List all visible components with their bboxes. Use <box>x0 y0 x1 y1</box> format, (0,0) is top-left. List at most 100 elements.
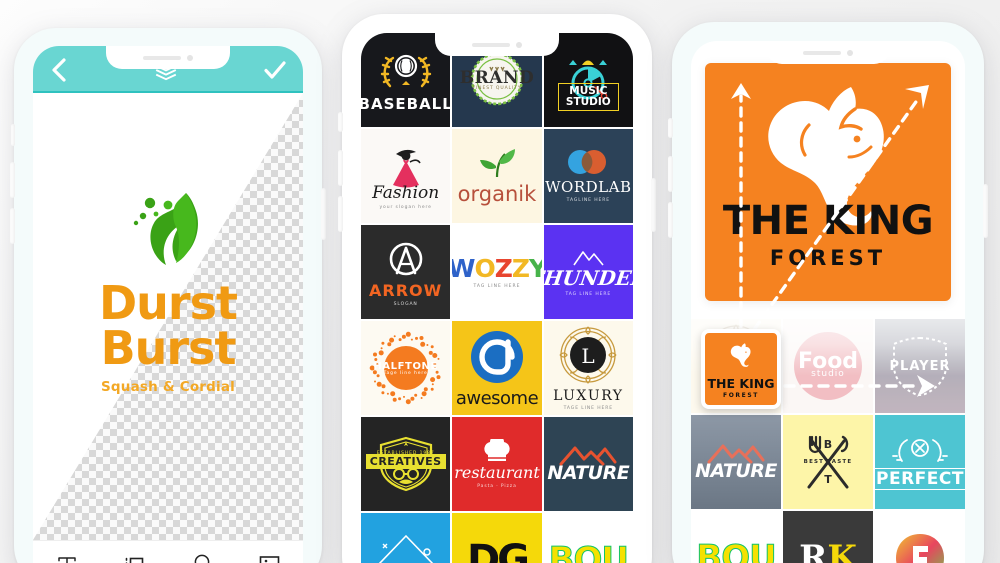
badge-icon[interactable] <box>191 553 213 563</box>
template-name: Fashion <box>372 182 440 203</box>
template-grid[interactable]: BASEBALL BRAND FINEST QUALITY MUSIC STUDIO… <box>361 33 633 563</box>
chevron-left-icon[interactable] <box>49 57 69 83</box>
template-card[interactable]: restaurant Pasta · Pizza <box>452 417 542 511</box>
logo-tagline: Squash & Cordial <box>101 379 235 396</box>
template-tagline: TAGLINE HERE <box>566 198 610 203</box>
selected-logo-title: THE KING <box>722 198 934 244</box>
template-card[interactable]: DG <box>452 513 542 563</box>
template-tagline: ESTABLISHED 1987 <box>376 450 435 456</box>
template-tagline: your slogan here <box>379 204 432 210</box>
phone2-button-mute <box>338 112 343 132</box>
leaf-sprout-icon <box>477 146 517 180</box>
template-card[interactable]: WORDLAB TAGLINE HERE <box>543 129 633 223</box>
image-icon[interactable] <box>258 554 281 563</box>
diamond-outline-icon <box>371 530 441 563</box>
logo-brand-line1: Durst <box>99 276 238 330</box>
template-name: MUSIC STUDIO <box>557 82 619 111</box>
phone3-button-mute <box>668 118 673 138</box>
phone3-button-power <box>983 184 988 238</box>
editor-canvas[interactable]: Durst Burst Squash & Cordial <box>33 93 303 540</box>
check-icon[interactable] <box>263 59 287 81</box>
thumbnail-subtitle: FOREST <box>723 392 759 400</box>
template-tagline: SLOGAN <box>393 302 418 307</box>
phone3-notch <box>766 41 890 64</box>
template-tagline: TAG LINE HERE <box>565 291 612 297</box>
letter-a-circle-icon <box>468 328 526 386</box>
template-tagline: TAG LINE HERE <box>473 283 521 289</box>
template-card[interactable]: L LUXURY TAGE LINE HERE <box>543 321 633 415</box>
template-card[interactable]: CREATIVES ESTABLISHED 1987 <box>361 417 451 511</box>
shape-icon[interactable] <box>123 554 146 563</box>
template-name: BASEBALL <box>361 94 451 113</box>
template-card[interactable]: BIG BIT <box>361 513 451 563</box>
front-camera <box>516 41 522 48</box>
template-card[interactable]: NATURE <box>691 415 781 509</box>
phone2-button-volume-down <box>338 196 343 232</box>
template-card[interactable]: HALFTONE Tage line here <box>361 321 451 415</box>
template-tagline: FINEST QUALITY <box>472 85 522 91</box>
topbar-rule <box>33 91 303 93</box>
template-name: NATURE <box>695 460 777 482</box>
phone3-button-volume-up <box>668 156 673 192</box>
phone1-button-mute <box>11 124 15 146</box>
template-card[interactable]: PERFECT <box>875 415 965 509</box>
phone1-notch <box>106 46 230 69</box>
template-card[interactable] <box>875 511 965 563</box>
template-card[interactable]: ARROW SLOGAN <box>361 225 451 319</box>
mountain-script-icon <box>568 248 608 268</box>
text-icon[interactable] <box>56 554 78 563</box>
baseball-wreath-icon <box>375 48 437 94</box>
phone-device-gallery: BASEBALL BRAND FINEST QUALITY MUSIC STUDIO… <box>338 14 656 563</box>
template-tagline: TAGE LINE HERE <box>563 406 614 411</box>
phone2-screen: BASEBALL BRAND FINEST QUALITY MUSIC STUDIO… <box>361 33 633 563</box>
template-name: restaurant <box>454 463 540 482</box>
template-name: NATURE <box>547 462 630 484</box>
phone-device-editor: Durst Burst Squash & Cordial <box>10 28 326 563</box>
template-card[interactable]: NATURE <box>543 417 633 511</box>
letters-rk-icon: RK <box>799 538 857 563</box>
phone1-screen: Durst Burst Squash & Cordial <box>33 46 303 563</box>
phone2-notch <box>435 33 559 56</box>
template-card[interactable]: Fashion your slogan here <box>361 129 451 223</box>
template-name: LUXURY <box>553 388 624 404</box>
phone1-button-power <box>321 188 326 240</box>
template-card[interactable]: awesome <box>452 321 542 415</box>
logo-artwork[interactable]: Durst Burst Squash & Cordial <box>33 183 303 395</box>
gradient-blob-icon <box>893 531 947 563</box>
template-monogram: BT <box>823 437 833 486</box>
phone2-button-power <box>651 178 656 232</box>
two-circles-icon <box>562 149 614 175</box>
template-name: WORDLAB <box>545 178 632 196</box>
template-card[interactable]: RKR K <box>783 511 873 563</box>
front-camera <box>847 49 853 56</box>
phone2-button-volume-up <box>338 150 343 186</box>
svg-text:L: L <box>582 344 595 368</box>
arrow-circle-icon <box>382 237 430 285</box>
phone3-screen: LLUXURYTAGE LINE HEREFoodstudio PLAYER N… <box>691 41 965 563</box>
template-card[interactable]: BEST TASTE B T <box>783 415 873 509</box>
template-card[interactable]: BOUBOU <box>691 511 781 563</box>
template-card[interactable]: BOU <box>543 513 633 563</box>
logo-thumbnail-card[interactable]: THE KING FOREST <box>701 329 781 409</box>
ornate-monogram-icon: L <box>558 325 618 385</box>
template-card[interactable]: organik <box>452 129 542 223</box>
logo-brand-line2: Burst <box>100 320 237 375</box>
chef-hat-icon <box>480 439 514 465</box>
speaker-grille <box>803 50 841 55</box>
template-card[interactable]: THUNDER TAG LINE HERE <box>543 225 633 319</box>
horse-head-icon-small <box>730 343 751 367</box>
selected-logo-card[interactable]: THE KING FOREST <box>705 63 951 301</box>
template-name: PERFECT <box>875 468 965 490</box>
letters-bou-icon: BOU <box>548 540 629 563</box>
template-name: ARROW <box>369 281 443 300</box>
template-tagline: Tage line here <box>383 370 428 376</box>
template-name: organik <box>457 182 537 206</box>
phone1-button-volume-down <box>10 208 15 244</box>
phone3-button-volume-down <box>668 202 673 238</box>
letters-dg-icon: DG <box>466 537 530 563</box>
selected-logo-subtitle: FOREST <box>769 246 887 270</box>
template-name: CREATIVES <box>365 453 446 469</box>
thumbnail-title: THE KING <box>707 375 775 391</box>
template-name: THUNDER <box>543 265 633 290</box>
template-card[interactable]: WOZZY TAG LINE HERE <box>452 225 542 319</box>
